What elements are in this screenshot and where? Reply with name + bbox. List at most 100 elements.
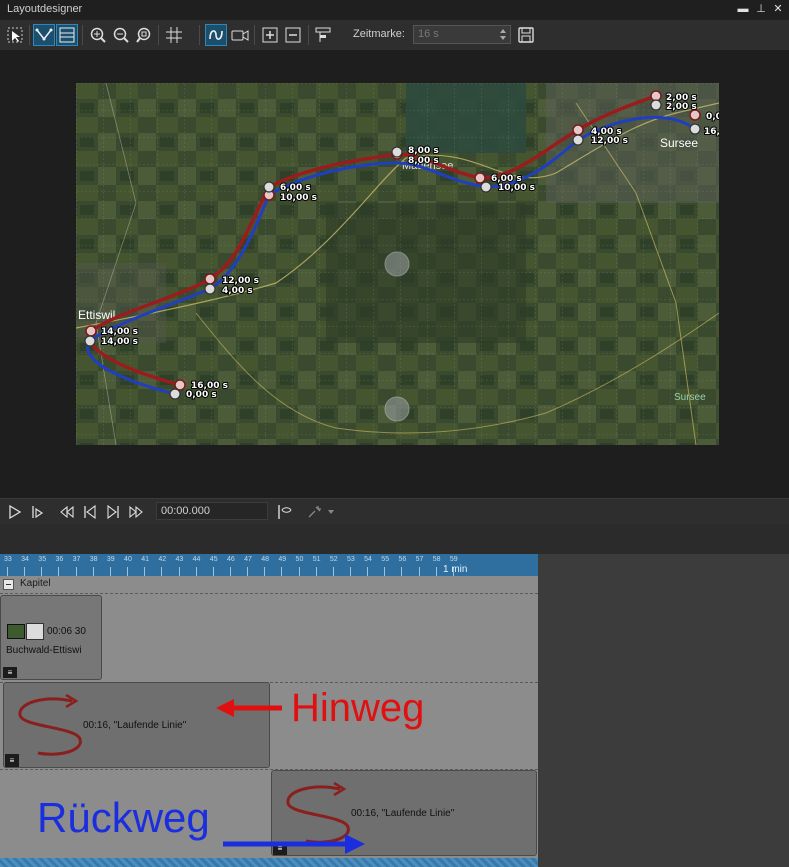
ruler-tick-label: 33 [4, 556, 12, 563]
clip-settings-icon[interactable]: ≡ [3, 667, 17, 678]
ruler-tick-label: 47 [244, 556, 252, 563]
path-points-icon[interactable] [33, 24, 55, 46]
ruler-tick-label: 38 [89, 556, 98, 563]
svg-text:0,00 s: 0,00 s [186, 390, 217, 400]
svg-text:2,00 s: 2,00 s [666, 102, 697, 112]
window-title: Layoutdesigner [7, 3, 83, 15]
curve-path-icon[interactable] [205, 24, 227, 46]
timestamp-label: Zeitmarke: [353, 28, 405, 40]
svg-text:12,00 s: 12,00 s [222, 276, 259, 286]
window-titlebar: Layoutdesigner ▬ ⊥ ✕ [0, 0, 789, 20]
collapse-chapter-icon[interactable] [3, 579, 14, 590]
ruler-tick-label: 48 [261, 556, 270, 563]
play-from-cursor-icon[interactable] [30, 504, 46, 520]
zoom-in-icon[interactable] [87, 24, 109, 46]
ruler-tick-label: 34 [21, 556, 29, 563]
clip-duration: 00:06 30 [47, 626, 86, 637]
zoom-fit-icon[interactable] [133, 24, 155, 46]
ruler-tick-label: 37 [72, 556, 81, 563]
effect-dropdown-icon[interactable] [328, 510, 334, 514]
ruler-tick-label: 50 [295, 556, 304, 563]
align-icon[interactable] [313, 24, 335, 46]
svg-text:4,00 s: 4,00 s [591, 127, 622, 137]
clip-settings-icon[interactable]: ≡ [5, 754, 19, 767]
ruler-tick-label: 49 [278, 556, 287, 563]
svg-text:8,00 s: 8,00 s [408, 146, 439, 156]
ruler-tick-label: 41 [141, 556, 149, 563]
timeline-ruler[interactable]: 33 34 35 36 37 38 39 40 41 42 43 44 45 46 47 48 49 50 51 52… [0, 554, 538, 576]
svg-text:12,00 s: 12,00 s [591, 136, 628, 146]
svg-text:6,00 s: 6,00 s [491, 174, 522, 184]
svg-text:16,00 s: 16,00 s [704, 127, 719, 137]
ruler-tick-label: 54 [364, 556, 372, 563]
arrow-left-icon [216, 699, 282, 717]
timestamp-input[interactable]: 16 s [413, 25, 511, 44]
place-label: Sursee [660, 136, 698, 150]
svg-text:6,00 s: 6,00 s [280, 183, 311, 193]
clip-name: Buchwald-Ettiswi [6, 645, 82, 656]
ruler-tick-label: 44 [192, 556, 201, 563]
ruler-tick-label: 52 [329, 556, 338, 563]
line-animation-clip[interactable]: 00:16, "Laufende Linie" ≡ [3, 682, 270, 768]
arrow-right-icon [223, 834, 365, 854]
annotation-return: Rückweg [37, 794, 210, 841]
ruler-tick-label: 40 [124, 556, 132, 563]
curve-path-icon [18, 693, 82, 756]
ruler-tick-label: 46 [226, 556, 235, 563]
rewind-icon[interactable] [59, 504, 75, 520]
map-canvas[interactable]: Ettiswil Sursee Mauensee Sursee 2,00 s 4… [76, 83, 719, 445]
transition-icon [26, 623, 44, 640]
annotation-forward: Hinweg [291, 686, 425, 730]
timestamp-value: 16 s [418, 28, 439, 40]
zoom-out-icon[interactable] [110, 24, 132, 46]
fast-forward-icon[interactable] [128, 504, 144, 520]
keyframe-marker-icon[interactable] [275, 503, 293, 521]
remove-point-icon[interactable] [282, 24, 304, 46]
effect-icon[interactable] [306, 503, 324, 521]
svg-text:14,00 s: 14,00 s [101, 327, 138, 337]
layout-view-icon[interactable] [56, 24, 78, 46]
timecode-display: 00:00.000 [156, 502, 268, 520]
select-tool-icon[interactable] [4, 24, 26, 46]
clip-label: 00:16, "Laufende Linie" [83, 720, 187, 731]
ruler-tick-label: 56 [398, 556, 407, 563]
place-label: Sursee [674, 392, 706, 403]
photo-clip[interactable]: 00:06 30 Buchwald-Ettiswi ≡ [0, 595, 102, 680]
clip-label: 00:16, "Laufende Linie" [351, 808, 455, 819]
ruler-tick-label: 43 [175, 556, 184, 563]
pin-icon[interactable]: ⊥ [754, 2, 768, 16]
chapter-label: Kapitel [20, 578, 51, 589]
svg-text:10,00 s: 10,00 s [498, 183, 535, 193]
spin-arrows-icon[interactable] [499, 28, 507, 41]
ruler-tick-label: 51 [312, 556, 321, 563]
thumbnail-icon [7, 624, 25, 639]
ruler-tick-label: 39 [106, 556, 115, 563]
ruler-tick-label: 59 [449, 556, 458, 563]
chapter-track: Kapitel [0, 576, 538, 594]
save-icon[interactable] [515, 24, 537, 46]
play-icon[interactable] [7, 504, 23, 520]
add-point-icon[interactable] [259, 24, 281, 46]
svg-text:14,00 s: 14,00 s [101, 337, 138, 347]
previous-icon[interactable] [82, 504, 98, 520]
ruler-tick-label: 53 [347, 556, 355, 563]
svg-text:4,00 s: 4,00 s [222, 286, 253, 296]
ruler-tick-label: 36 [55, 556, 64, 563]
ruler-minute-label: 1 min [443, 564, 468, 575]
timeline-scrollbar[interactable] [0, 858, 538, 867]
ruler-tick-label: 58 [432, 556, 441, 563]
svg-text:10,00 s: 10,00 s [280, 193, 317, 203]
ruler-tick-label: 35 [38, 556, 47, 563]
transport-bar [0, 498, 789, 525]
next-icon[interactable] [105, 504, 121, 520]
ruler-tick-label: 55 [381, 556, 390, 563]
svg-text:8,00 s: 8,00 s [408, 156, 439, 166]
svg-text:0,00 s: 0,00 s [706, 112, 719, 122]
minimize-icon[interactable]: ▬ [736, 2, 750, 16]
grid-icon[interactable] [163, 24, 185, 46]
ruler-tick-label: 45 [209, 556, 218, 563]
camera-icon[interactable] [229, 24, 251, 46]
ruler-tick-label: 42 [158, 556, 167, 563]
close-icon[interactable]: ✕ [771, 2, 785, 16]
ruler-tick-label: 57 [415, 556, 424, 563]
